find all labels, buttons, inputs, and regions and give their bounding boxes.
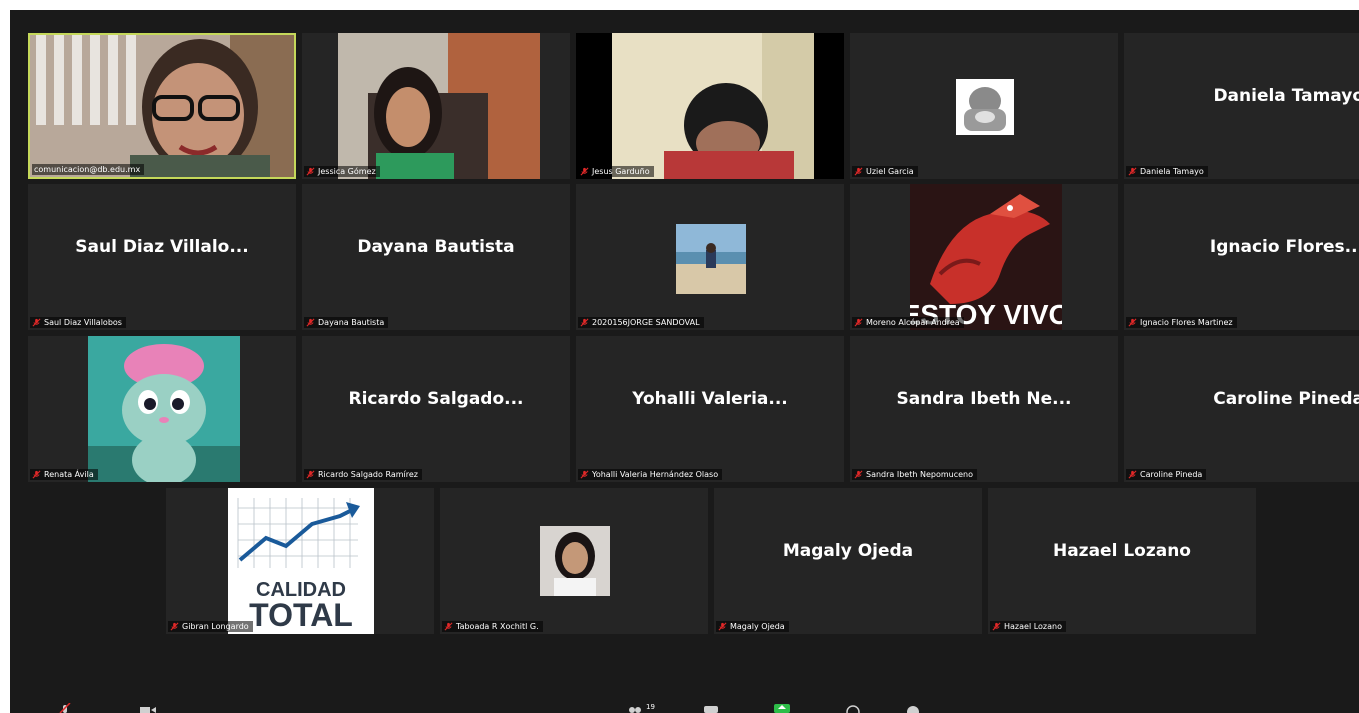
participant-display-name: Dayana Bautista [357, 237, 515, 257]
participant-avatar [956, 79, 1014, 135]
muted-mic-icon [854, 470, 863, 479]
muted-mic-icon [580, 470, 589, 479]
participant-display-name: Magaly Ojeda [782, 541, 914, 561]
muted-mic-icon [1128, 167, 1137, 176]
participant-avatar: CALIDAD TOTAL [228, 488, 374, 634]
participant-display-name: Hazael Lozano [1052, 541, 1191, 561]
meeting-toolbar: 19 [10, 695, 1359, 713]
participant-name-label: Caroline Pineda [1126, 469, 1207, 480]
participant-avatar [676, 224, 746, 294]
muted-mic-icon [718, 622, 727, 631]
participant-display-name: Saul Diaz Villalo... [75, 237, 249, 257]
muted-mic-icon [854, 318, 863, 327]
participant-name-label: 2020156JORGE SANDOVAL [578, 317, 704, 328]
participant-display-name: Caroline Pineda [1213, 389, 1359, 409]
participant-tile[interactable]: 2020156JORGE SANDOVAL [576, 184, 844, 330]
participant-display-name: Ignacio Flores... [1209, 237, 1359, 257]
participant-name-label: Sandra Ibeth Nepomuceno [852, 469, 977, 480]
participant-video [612, 33, 814, 179]
participant-name-label: Moreno Alcópar Andrea [852, 317, 964, 328]
participant-name-label: Ricardo Salgado Ramírez [304, 469, 422, 480]
muted-mic-icon [992, 622, 1001, 631]
participant-display-name: Sandra Ibeth Ne... [896, 389, 1072, 409]
participant-avatar [540, 526, 610, 596]
muted-mic-icon [1128, 470, 1137, 479]
participant-tile[interactable]: Daniela Tamayo Daniela Tamayo [1124, 33, 1359, 179]
participant-name-label: Gibran Longardo [168, 621, 253, 632]
participant-name-label: Saul Diaz Villalobos [30, 317, 126, 328]
avatar-caption: TOTAL [249, 597, 353, 633]
muted-mic-icon [32, 470, 41, 479]
muted-mic-icon [306, 470, 315, 479]
muted-mic-icon [306, 167, 315, 176]
reactions-icon[interactable] [906, 704, 920, 713]
mute-mic-icon[interactable] [58, 703, 72, 713]
participant-display-name: Daniela Tamayo [1213, 86, 1359, 106]
participant-tile[interactable]: ESTOY VIVO Moreno Alcópar Andrea [850, 184, 1118, 330]
participant-tile[interactable]: comunicacion@db.edu.mx [28, 33, 296, 179]
participant-tile[interactable]: Caroline Pineda Caroline Pineda [1124, 336, 1359, 482]
muted-mic-icon [444, 622, 453, 631]
chat-icon[interactable] [704, 706, 718, 713]
muted-mic-icon [1128, 318, 1137, 327]
participant-display-name: Ricardo Salgado... [348, 389, 524, 409]
participant-name-label: Jesus Garduño [578, 166, 654, 177]
participant-tile[interactable]: Uziel Garcia [850, 33, 1118, 179]
participant-name-label: Uziel Garcia [852, 166, 918, 177]
participant-name-label: Magaly Ojeda [716, 621, 789, 632]
muted-mic-icon [306, 318, 315, 327]
participant-video [30, 35, 294, 177]
participant-tile[interactable]: Ricardo Salgado... Ricardo Salgado Ramír… [302, 336, 570, 482]
participant-video [338, 33, 540, 179]
participant-tile[interactable]: Dayana Bautista Dayana Bautista [302, 184, 570, 330]
participant-tile[interactable]: CALIDAD TOTAL Gibran Longardo [166, 488, 434, 634]
participant-name-label: Yohalli Valeria Hernández Olaso [578, 469, 723, 480]
muted-mic-icon [854, 167, 863, 176]
participant-tile[interactable]: Jessica Gómez [302, 33, 570, 179]
participant-tile[interactable]: Hazael Lozano Hazael Lozano [988, 488, 1256, 634]
participant-avatar [88, 336, 240, 482]
participant-tile[interactable]: Saul Diaz Villalo... Saul Diaz Villalobo… [28, 184, 296, 330]
participant-name-label: Dayana Bautista [304, 317, 389, 328]
participant-name-label: Hazael Lozano [990, 621, 1066, 632]
muted-mic-icon [170, 622, 179, 631]
participant-tile[interactable]: Magaly Ojeda Magaly Ojeda [714, 488, 982, 634]
participant-tile[interactable]: Jesus Garduño [576, 33, 844, 179]
participants-count: 19 [646, 703, 655, 711]
meeting-window: comunicacion@db.edu.mx Jessica Gómez Jes… [10, 10, 1359, 713]
share-screen-icon[interactable] [774, 704, 790, 713]
participant-tile[interactable]: Yohalli Valeria... Yohalli Valeria Herná… [576, 336, 844, 482]
participant-name-label: Renata Ávila [30, 469, 98, 480]
participant-tile[interactable]: Sandra Ibeth Ne... Sandra Ibeth Nepomuce… [850, 336, 1118, 482]
participant-tile[interactable]: Ignacio Flores... Ignacio Flores Martine… [1124, 184, 1359, 330]
participant-name-label: Ignacio Flores Martinez [1126, 317, 1237, 328]
muted-mic-icon [32, 318, 41, 327]
participant-display-name: Yohalli Valeria... [632, 389, 788, 409]
muted-mic-icon [580, 318, 589, 327]
muted-mic-icon [580, 167, 589, 176]
participant-name-label: Daniela Tamayo [1126, 166, 1208, 177]
video-camera-icon[interactable] [140, 707, 156, 713]
participant-name-label: comunicacion@db.edu.mx [32, 164, 145, 175]
participant-name-label: Taboada R Xochitl G. [442, 621, 543, 632]
record-icon[interactable] [846, 705, 860, 713]
participants-icon[interactable] [628, 707, 642, 713]
participant-tile[interactable]: Renata Ávila [28, 336, 296, 482]
participant-tile[interactable]: Taboada R Xochitl G. [440, 488, 708, 634]
participant-avatar: ESTOY VIVO [910, 184, 1062, 330]
participant-name-label: Jessica Gómez [304, 166, 380, 177]
